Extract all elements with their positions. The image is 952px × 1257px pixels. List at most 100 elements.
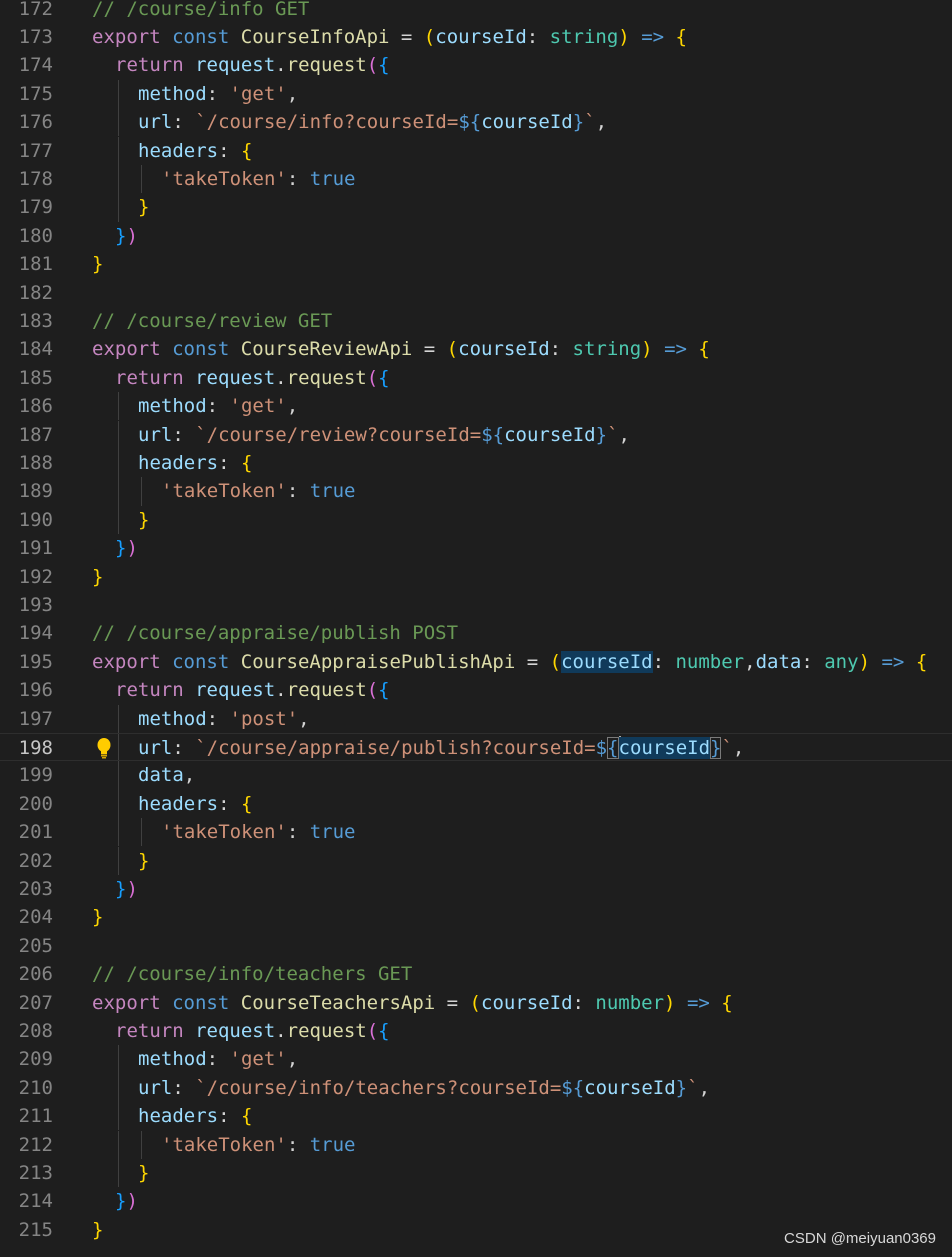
- code-line[interactable]: 173 export const CourseInfoApi = (courseI…: [0, 23, 952, 51]
- code-line[interactable]: 195 export const CourseAppraisePublishApi…: [0, 648, 952, 676]
- code-token: ,: [183, 764, 196, 787]
- code-line[interactable]: 176 url: `/course/info?courseId=${courseI…: [0, 108, 952, 137]
- code-token: ): [858, 650, 871, 673]
- code-token: }: [595, 423, 608, 446]
- code-token: url: [138, 423, 173, 446]
- code-text: headers: {: [138, 1102, 252, 1130]
- code-line[interactable]: 203}): [0, 875, 952, 903]
- code-line[interactable]: 190}: [0, 505, 952, 535]
- code-line[interactable]: 184 export const CourseReviewApi = (cours…: [0, 335, 952, 363]
- code-line[interactable]: 205: [0, 932, 952, 960]
- code-line[interactable]: 178 'takeToken': true: [0, 164, 952, 194]
- code-line[interactable]: 188 headers: {: [0, 448, 952, 478]
- code-line[interactable]: 174 return request.request({: [0, 51, 952, 79]
- code-line[interactable]: 211 headers: {: [0, 1102, 952, 1131]
- indent-guide: [118, 193, 119, 222]
- indent-guide: [118, 789, 119, 819]
- indent-guide: [118, 79, 119, 109]
- code-token: ,: [698, 1076, 711, 1099]
- code-line[interactable]: 172 // /course/info GET: [0, 0, 952, 23]
- line-number: 208: [18, 1019, 53, 1042]
- code-token: ): [618, 25, 630, 48]
- code-token: `/course/info/teachers?courseId=: [195, 1076, 562, 1099]
- code-token: ,: [744, 650, 756, 673]
- code-line[interactable]: 179}: [0, 193, 952, 222]
- code-token: ${: [481, 423, 505, 446]
- code-line[interactable]: 200 headers: {: [0, 789, 952, 819]
- code-text: url: `/course/info?courseId=${courseId}`…: [138, 108, 607, 136]
- code-token: {: [378, 1019, 390, 1042]
- code-token: courseId: [481, 111, 573, 134]
- code-line[interactable]: 177 headers: {: [0, 136, 952, 165]
- code-line[interactable]: 189 'takeToken': true: [0, 477, 952, 506]
- code-token: 'takeToken': [161, 167, 287, 190]
- watermark: CSDN @meiyuan0369: [784, 1230, 936, 1247]
- indent-guide: [118, 733, 119, 761]
- code-line[interactable]: 198 url: `/course/appraise/publish?course…: [0, 732, 952, 762]
- code-line[interactable]: 192}: [0, 563, 952, 591]
- lightbulb-icon[interactable]: [95, 737, 113, 759]
- code-line[interactable]: 180}): [0, 222, 952, 250]
- code-token: headers: [138, 792, 219, 815]
- code-line[interactable]: 204}: [0, 903, 952, 931]
- code-token: number: [675, 650, 745, 673]
- code-token: method: [138, 707, 207, 730]
- line-number: 173: [18, 25, 53, 48]
- code-token: :: [218, 139, 241, 162]
- line-number: 200: [18, 792, 53, 815]
- code-line[interactable]: 202}: [0, 846, 952, 875]
- code-line[interactable]: 183 // /course/review GET: [0, 307, 952, 335]
- indent-guide: [141, 818, 142, 847]
- code-line[interactable]: 201 'takeToken': true: [0, 818, 952, 847]
- code-text: return request.request({: [115, 364, 390, 392]
- code-line[interactable]: 196 return request.request({: [0, 676, 952, 704]
- code-line[interactable]: 206 // /course/info/teachers GET: [0, 960, 952, 988]
- code-line[interactable]: 186 method: 'get',: [0, 392, 952, 421]
- code-editor[interactable]: 172 // /course/info GET 173 export const Co…: [0, 0, 952, 1257]
- code-line[interactable]: 199 data,: [0, 761, 952, 790]
- code-token: .: [275, 679, 287, 702]
- code-line[interactable]: 210 url: `/course/info/teachers?courseId=…: [0, 1073, 952, 1103]
- code-line[interactable]: 207 export const CourseTeachersApi = (cou…: [0, 989, 952, 1017]
- code-text: }: [138, 193, 149, 221]
- code-token: courseId: [618, 736, 711, 759]
- code-token: CourseInfoApi: [240, 25, 390, 48]
- code-line[interactable]: 208 return request.request({: [0, 1017, 952, 1045]
- code-token: `: [721, 736, 733, 759]
- code-token: request: [286, 366, 367, 389]
- code-line[interactable]: 185 return request.request({: [0, 364, 952, 392]
- code-line[interactable]: 209 method: 'get',: [0, 1045, 952, 1074]
- code-token: 'takeToken': [161, 480, 287, 503]
- code-line[interactable]: 191}): [0, 534, 952, 562]
- code-line[interactable]: 182: [0, 279, 952, 307]
- code-token: (: [423, 25, 436, 48]
- code-line[interactable]: 175 method: 'get',: [0, 79, 952, 109]
- code-token: :: [172, 111, 196, 134]
- line-number: 194: [18, 622, 53, 645]
- code-token: CourseAppraisePublishApi: [240, 650, 516, 673]
- code-token: ${: [561, 1076, 585, 1099]
- code-token: any: [824, 650, 859, 673]
- code-token: headers: [138, 139, 219, 162]
- code-line[interactable]: 214}): [0, 1187, 952, 1215]
- code-token: // /course/info GET: [92, 0, 310, 20]
- code-token: ,: [298, 707, 310, 730]
- code-token: CourseTeachersApi: [240, 991, 436, 1014]
- code-line[interactable]: 194 // /course/appraise/publish POST: [0, 619, 952, 647]
- code-token: ): [126, 877, 138, 900]
- code-token: :: [572, 991, 596, 1014]
- code-line[interactable]: 187 url: `/course/review?courseId=${cours…: [0, 420, 952, 449]
- code-line[interactable]: 212 'takeToken': true: [0, 1130, 952, 1159]
- code-line[interactable]: 193: [0, 591, 952, 619]
- code-line[interactable]: 181}: [0, 250, 952, 278]
- code-text: // /course/info/teachers GET: [92, 960, 412, 988]
- code-text: }: [138, 847, 149, 875]
- code-line[interactable]: 197 method: 'post',: [0, 704, 952, 733]
- code-line[interactable]: 213}: [0, 1158, 952, 1188]
